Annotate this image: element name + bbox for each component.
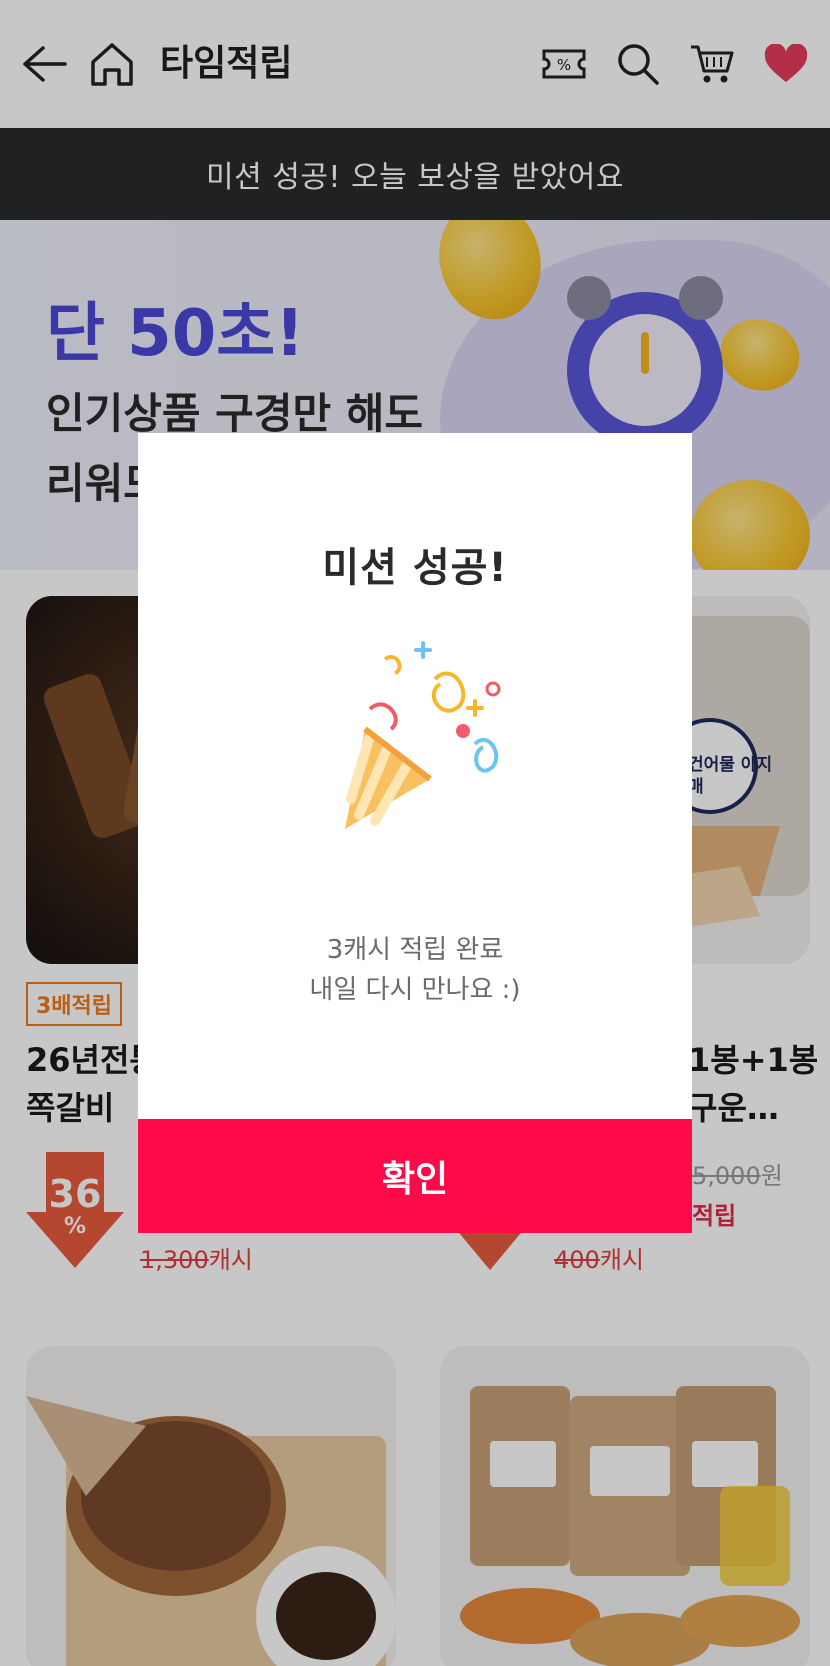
confirm-button[interactable]: 확인 [138, 1119, 692, 1233]
dialog-message-line-2: 내일 다시 만나요 :) [309, 975, 521, 1005]
dialog-message-line-1: 3캐시 적립 완료 [326, 935, 504, 965]
party-popper-icon [345, 641, 501, 829]
mission-success-dialog: 미션 성공! 3캐시 적립 완료 내일 다시 만나요 :) 확인 [138, 433, 692, 1233]
dialog-title: 미션 성공! [322, 545, 508, 591]
time-reward-page: 타임적립 % 미션 성공! 오늘 보상을 받았어요 단 50초! 인기상품 구경… [0, 0, 830, 1666]
